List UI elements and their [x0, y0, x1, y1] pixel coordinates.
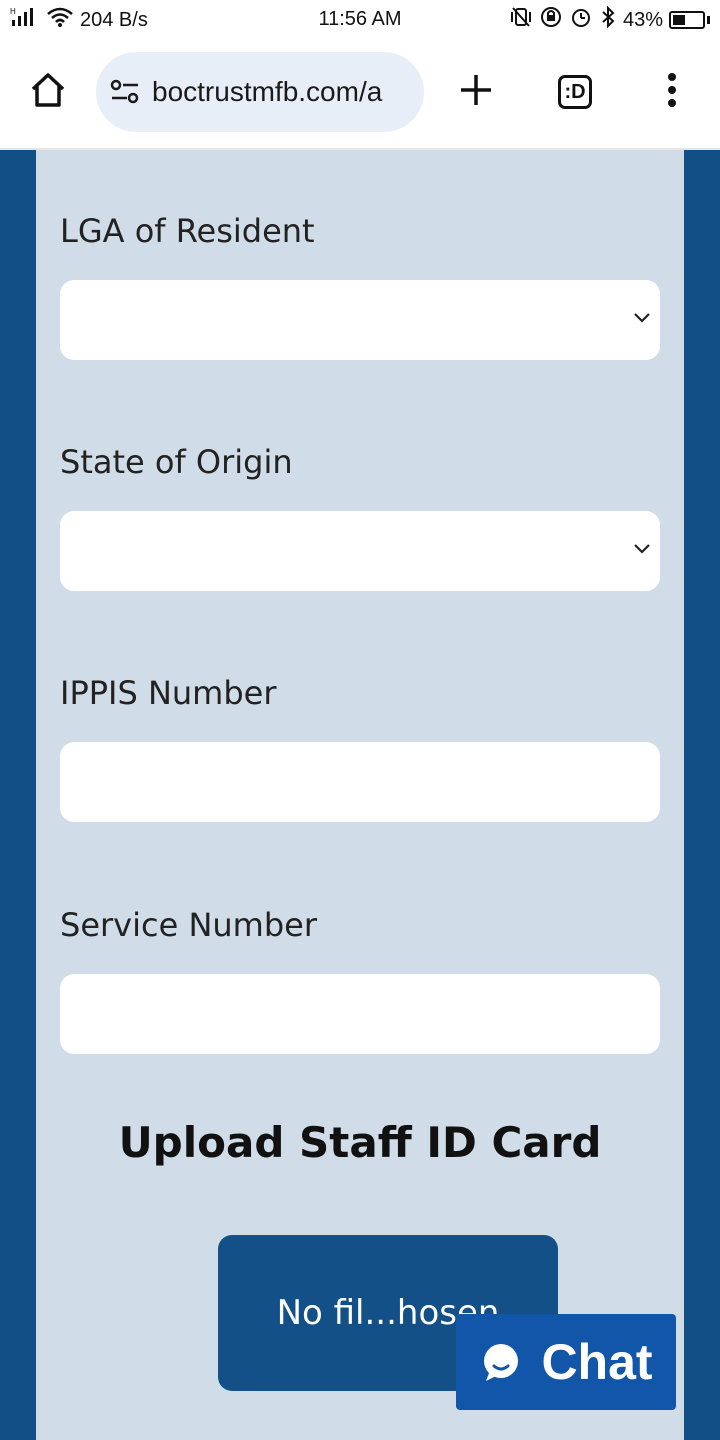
service-number-label: Service Number	[60, 906, 317, 944]
bluetooth-icon	[599, 5, 617, 34]
chevron-down-icon	[632, 310, 652, 329]
ippis-number-label: IPPIS Number	[60, 674, 277, 712]
page-background: LGA of Resident State of Origin IPPIS Nu…	[0, 150, 720, 1440]
url-text[interactable]: boctrustmfb.com/a	[152, 76, 382, 108]
status-bar: H 204 B/s 11:56 AM 43%	[0, 0, 720, 38]
browser-toolbar: boctrustmfb.com/a :D	[0, 38, 720, 150]
alarm-icon	[569, 6, 593, 34]
upload-staff-id-title: Upload Staff ID Card	[118, 1118, 602, 1167]
chat-label: Chat	[541, 1334, 653, 1390]
state-of-origin-label: State of Origin	[60, 443, 293, 481]
home-button[interactable]	[20, 64, 76, 120]
site-settings-icon[interactable]	[110, 78, 140, 106]
home-icon	[28, 70, 68, 115]
battery-percent: 43%	[622, 8, 663, 31]
chevron-down-icon	[632, 541, 652, 560]
plus-icon	[458, 72, 494, 113]
lga-label: LGA of Resident	[60, 212, 315, 250]
service-number-input[interactable]	[60, 974, 660, 1054]
address-bar[interactable]: boctrustmfb.com/a	[96, 52, 424, 132]
chat-button[interactable]: Chat	[456, 1314, 676, 1410]
state-of-origin-select[interactable]	[60, 511, 660, 591]
tab-switcher-button[interactable]: :D	[547, 64, 603, 120]
vibrate-icon	[509, 6, 533, 34]
form-panel: LGA of Resident State of Origin IPPIS Nu…	[36, 150, 684, 1440]
more-vert-icon	[666, 72, 678, 113]
new-tab-button[interactable]	[448, 64, 504, 120]
battery-icon	[669, 11, 705, 29]
menu-button[interactable]	[644, 64, 700, 120]
battery-cap	[707, 16, 710, 24]
rotation-lock-icon	[539, 6, 563, 34]
ippis-number-input[interactable]	[60, 742, 660, 822]
chat-bubble-icon	[479, 1340, 523, 1384]
tab-switcher-icon: :D	[558, 75, 592, 109]
battery-level	[673, 15, 686, 25]
lga-select[interactable]	[60, 280, 660, 360]
